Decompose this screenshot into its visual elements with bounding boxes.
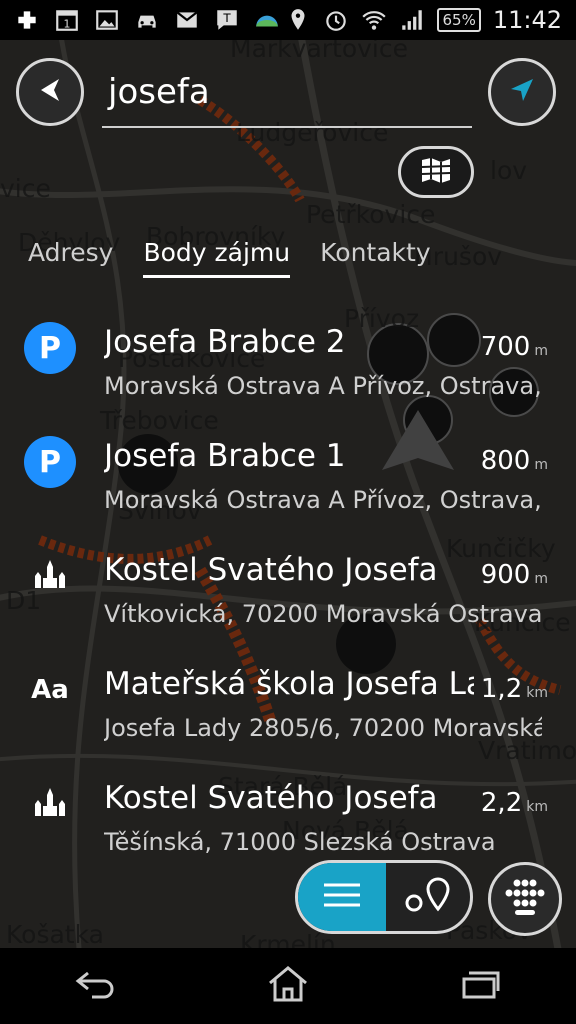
result-distance: 800 m	[480, 446, 548, 476]
svg-text:T: T	[222, 11, 231, 25]
back-button[interactable]	[16, 58, 84, 126]
result-name: Kostel Svatého Josefa	[104, 552, 438, 588]
signal-icon	[399, 7, 425, 33]
school-icon: Aa	[31, 675, 69, 705]
image-icon	[94, 7, 120, 33]
church-icon	[24, 778, 76, 830]
navigation-arrow-icon	[507, 75, 537, 109]
search-query: josefa	[108, 72, 210, 112]
category-tabs: Adresy Body zájmu Kontakty	[28, 238, 431, 278]
calendar-day: 1	[64, 18, 71, 31]
tab-contacts[interactable]: Kontakty	[320, 238, 431, 278]
parking-icon: P	[24, 436, 76, 488]
result-address: Moravská Ostrava A Přívoz, Ostrava, 7	[104, 486, 542, 514]
gmail-icon	[174, 7, 200, 33]
result-distance: 900 m	[480, 560, 548, 590]
map-grid-icon	[419, 156, 453, 188]
tab-addresses[interactable]: Adresy	[28, 238, 113, 278]
keyboard-button[interactable]	[488, 862, 562, 936]
wifi-icon	[361, 7, 387, 33]
nav-home-icon	[266, 965, 310, 1007]
list-view-button[interactable]	[298, 863, 386, 931]
result-distance: 700 m	[480, 332, 548, 362]
result-item[interactable]: P Josefa Brabce 2 700 m Moravská Ostrava …	[0, 318, 576, 432]
result-address: Těšínská, 71000 Slezská Ostrava	[104, 828, 496, 856]
result-item[interactable]: Kostel Svatého Josefa 900 m Vítkovická, 7…	[0, 546, 576, 660]
nav-recents-icon	[460, 969, 500, 1003]
locate-button[interactable]	[488, 58, 556, 126]
nav-back-button[interactable]	[66, 961, 126, 1011]
chat-icon: T	[214, 7, 240, 33]
search-input[interactable]: josefa	[102, 62, 472, 128]
result-item[interactable]: P Josefa Brabce 1 800 m Moravská Ostrava …	[0, 432, 576, 546]
result-name: Josefa Brabce 2	[104, 324, 346, 360]
tab-points-of-interest[interactable]: Body zájmu	[143, 238, 291, 278]
result-name: Mateřská škola Josefa La	[104, 666, 474, 702]
plus-badge-icon	[14, 7, 40, 33]
back-arrow-icon	[35, 75, 65, 109]
car-icon	[134, 7, 160, 33]
weather-icon	[254, 7, 280, 33]
church-icon	[24, 550, 76, 602]
result-distance: 2,2 km	[480, 788, 548, 818]
map-pins-icon	[402, 875, 454, 919]
nav-recents-button[interactable]	[450, 961, 510, 1011]
result-address: Vítkovická, 70200 Moravská Ostrava a	[104, 600, 542, 628]
result-address: Moravská Ostrava A Přívoz, Ostrava, 7	[104, 372, 542, 400]
nav-home-button[interactable]	[258, 961, 318, 1011]
keyboard-icon	[503, 877, 547, 921]
map-view-button[interactable]	[386, 863, 470, 931]
list-icon	[322, 881, 362, 913]
results-list: P Josefa Brabce 2 700 m Moravská Ostrava …	[0, 318, 576, 888]
battery-indicator: 65%	[437, 8, 481, 32]
result-item[interactable]: Aa Mateřská škola Josefa La 1,2 km Josefa…	[0, 660, 576, 774]
result-name: Josefa Brabce 1	[104, 438, 346, 474]
result-address: Josefa Lady 2805/6, 70200 Moravská	[104, 714, 542, 742]
nav-back-icon	[74, 969, 118, 1003]
system-nav-bar	[0, 948, 576, 1024]
map-toggle-button[interactable]	[398, 146, 474, 198]
status-bar: 1 T 65% 11:42	[0, 0, 576, 40]
clock: 11:42	[492, 6, 562, 34]
parking-icon: P	[24, 322, 76, 374]
result-item[interactable]: Kostel Svatého Josefa 2,2 km Těšínská, 71…	[0, 774, 576, 888]
result-name: Kostel Svatého Josefa	[104, 780, 438, 816]
location-icon	[285, 7, 311, 33]
view-switch	[295, 860, 473, 934]
alarm-icon	[323, 7, 349, 33]
result-distance: 1,2 km	[480, 674, 548, 704]
calendar-icon: 1	[54, 7, 80, 33]
